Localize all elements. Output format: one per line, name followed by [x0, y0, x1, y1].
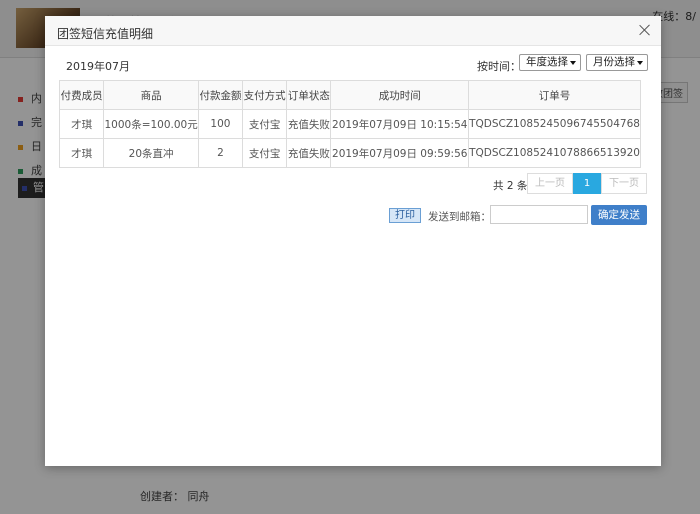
member-cell: 才琪	[58, 109, 105, 139]
page-1-button[interactable]: 1	[573, 173, 601, 194]
column-header: 订单状态	[286, 80, 332, 110]
email-input[interactable]	[490, 205, 588, 224]
amount-cell: 2	[197, 138, 243, 168]
send-button[interactable]: 确定发送	[591, 205, 647, 225]
close-icon[interactable]	[637, 22, 653, 38]
product-cell: 20条直冲	[103, 138, 199, 168]
table-header-row: 付费成员 商品 付款金额 支付方式 订单状态 成功时间 订单号	[58, 80, 641, 110]
recharge-detail-modal: 团签短信充值明细 2019年07月 按时间： 年度选择 月份选择 付费成员 商品…	[45, 16, 661, 466]
table-row: 才琪 1000条=100.00元 100 支付宝 充值失败 2019年07月09…	[58, 109, 641, 139]
modal-title: 团签短信充值明细	[57, 27, 154, 41]
recharge-table: 付费成员 商品 付款金额 支付方式 订单状态 成功时间 订单号 才琪 1000条…	[58, 80, 641, 168]
current-month: 2019年07月	[66, 60, 130, 73]
column-header: 成功时间	[330, 80, 470, 110]
prev-page-button[interactable]: 上一页	[527, 173, 573, 194]
filter-label: 按时间：	[477, 60, 521, 73]
amount-cell: 100	[197, 109, 243, 139]
modal-header: 团签短信充值明细	[45, 16, 661, 46]
member-cell: 才琪	[58, 138, 105, 168]
next-page-button[interactable]: 下一页	[601, 173, 647, 194]
caret-down-icon	[570, 61, 576, 65]
email-label: 发送到邮箱：	[428, 211, 491, 223]
order-status-cell: 充值失败	[286, 138, 332, 168]
caret-down-icon	[637, 61, 643, 65]
payment-method-cell: 支付宝	[241, 109, 288, 139]
success-time-cell: 2019年07月09日 09:59:56	[330, 138, 470, 168]
column-header: 付款金额	[197, 80, 243, 110]
table-row: 才琪 20条直冲 2 支付宝 充值失败 2019年07月09日 09:59:56…	[58, 138, 641, 168]
column-header: 支付方式	[241, 80, 288, 110]
column-header: 商品	[103, 80, 199, 110]
order-status-cell: 充值失败	[286, 109, 332, 139]
success-time-cell: 2019年07月09日 10:15:54	[330, 109, 470, 139]
year-select[interactable]: 年度选择	[519, 54, 581, 71]
print-button[interactable]: 打印	[389, 208, 421, 223]
column-header: 订单号	[468, 80, 641, 110]
column-header: 付费成员	[58, 80, 105, 110]
order-number-cell: TQDSCZ1085241078866513920	[468, 138, 641, 168]
payment-method-cell: 支付宝	[241, 138, 288, 168]
order-number-cell: TQDSCZ1085245096745504768	[468, 109, 641, 139]
product-cell: 1000条=100.00元	[103, 109, 199, 139]
month-select[interactable]: 月份选择	[586, 54, 648, 71]
total-count: 共 2 条	[493, 180, 528, 192]
